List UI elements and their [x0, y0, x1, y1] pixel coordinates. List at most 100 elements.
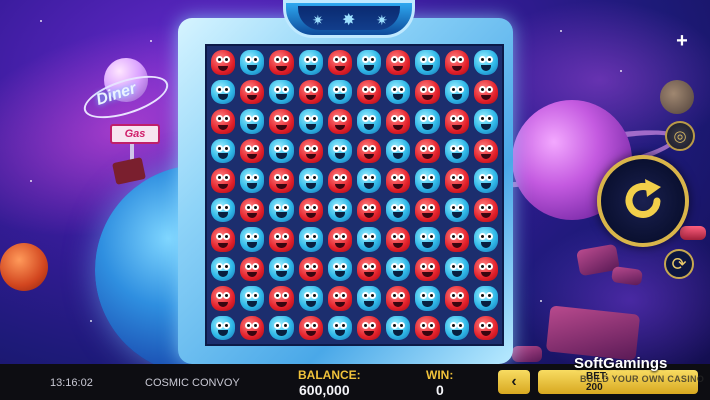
eye-icon: [216, 203, 223, 211]
eye-icon: [427, 56, 435, 63]
blue-monster-symbol: [238, 166, 266, 195]
eye-icon: [369, 203, 377, 211]
blue-monster-symbol: [355, 107, 383, 136]
eye-icon: [362, 56, 369, 63]
coin-stack-icon[interactable]: ◎: [665, 121, 695, 151]
eye-icon: [281, 85, 289, 93]
eye-icon: [310, 233, 318, 240]
eye-icon: [478, 85, 486, 93]
eye-icon: [362, 115, 369, 122]
eye-icon: [310, 56, 318, 63]
red-monster-symbol: [443, 284, 471, 313]
red-monster-symbol: [297, 196, 325, 225]
eye-icon: [310, 115, 318, 122]
red-monster-symbol: [472, 314, 500, 343]
eye-icon: [478, 292, 486, 299]
eye-icon: [216, 56, 223, 63]
red-monster-symbol: [238, 78, 266, 107]
symbol-body: [269, 50, 294, 75]
eye-icon: [420, 321, 428, 329]
blue-monster-symbol: [209, 255, 237, 284]
eye-icon: [303, 85, 311, 93]
eye-icon: [369, 321, 377, 329]
eye-icon: [303, 56, 311, 63]
red-monster-symbol: [443, 225, 471, 254]
eye-icon: [216, 292, 223, 299]
eye-icon: [281, 174, 289, 181]
blue-monster-symbol: [472, 284, 500, 313]
eye-icon: [420, 144, 428, 152]
symbol-body: [444, 138, 469, 163]
eye-icon: [478, 115, 486, 122]
eye-icon: [216, 85, 223, 93]
eye-icon: [456, 115, 464, 122]
mouth-icon: [305, 123, 316, 130]
blue-monster-symbol: [413, 107, 441, 136]
eye-icon: [427, 174, 435, 181]
symbol-body: [298, 197, 323, 222]
red-monster-symbol: [472, 137, 500, 166]
mouth-icon: [451, 65, 462, 71]
star: [30, 180, 32, 182]
symbol-body: [240, 227, 265, 252]
eye-icon: [340, 262, 347, 270]
red-monster-symbol: [443, 48, 471, 77]
symbol-body: [269, 79, 294, 104]
blue-monster-symbol: [267, 314, 295, 343]
autoplay-icon[interactable]: ⟳: [664, 249, 694, 279]
symbol-body: [240, 286, 265, 311]
blue-monster-symbol: [443, 314, 471, 343]
eye-icon: [391, 144, 399, 152]
eye-icon: [427, 262, 435, 270]
eye-icon: [340, 144, 347, 152]
blue-monster-symbol: [384, 314, 412, 343]
eye-icon: [303, 144, 311, 152]
blue-monster-symbol: [443, 137, 471, 166]
red-monster-symbol: [326, 107, 354, 136]
mouth-icon: [276, 65, 287, 71]
eye-icon: [369, 262, 377, 270]
eye-icon: [427, 292, 435, 299]
red-monster-symbol: [472, 78, 500, 107]
symbol-body: [357, 286, 382, 311]
eye-icon: [362, 203, 369, 211]
symbol-body: [444, 315, 469, 340]
star: [90, 320, 92, 322]
eye-icon: [398, 203, 406, 211]
eye-icon: [223, 262, 231, 270]
eye-icon: [332, 233, 340, 240]
bet-decrease-button[interactable]: ‹: [498, 370, 530, 394]
red-monster-symbol: [267, 48, 295, 77]
blue-monster-symbol: [355, 166, 383, 195]
eye-icon: [245, 144, 253, 152]
symbol-body: [357, 50, 382, 75]
plus-icon[interactable]: +: [672, 30, 692, 52]
spin-button[interactable]: [597, 155, 689, 247]
symbol-body: [444, 168, 469, 193]
eye-icon: [449, 203, 457, 211]
eye-icon: [332, 262, 340, 270]
eye-icon: [449, 233, 457, 240]
eye-icon: [332, 203, 340, 211]
red-monster-symbol: [209, 225, 237, 254]
eye-icon: [486, 174, 493, 181]
red-monster-symbol: [326, 284, 354, 313]
symbol-body: [444, 197, 469, 222]
blue-monster-symbol: [355, 48, 383, 77]
eye-icon: [281, 115, 289, 122]
eye-icon: [420, 203, 428, 211]
eye-icon: [274, 144, 282, 152]
symbol-body: [444, 256, 469, 281]
star: [540, 300, 542, 302]
eye-icon: [310, 321, 318, 329]
frame-crest: ✷ ✸ ✷: [283, 0, 415, 38]
red-monster-symbol: [355, 78, 383, 107]
blue-monster-symbol: [472, 48, 500, 77]
eye-icon: [252, 321, 260, 329]
symbol-body: [386, 168, 411, 193]
red-monster-symbol: [443, 107, 471, 136]
eye-icon: [310, 292, 318, 299]
mouth-icon: [451, 301, 462, 307]
symbol-body: [327, 286, 352, 311]
eye-icon: [486, 262, 493, 270]
